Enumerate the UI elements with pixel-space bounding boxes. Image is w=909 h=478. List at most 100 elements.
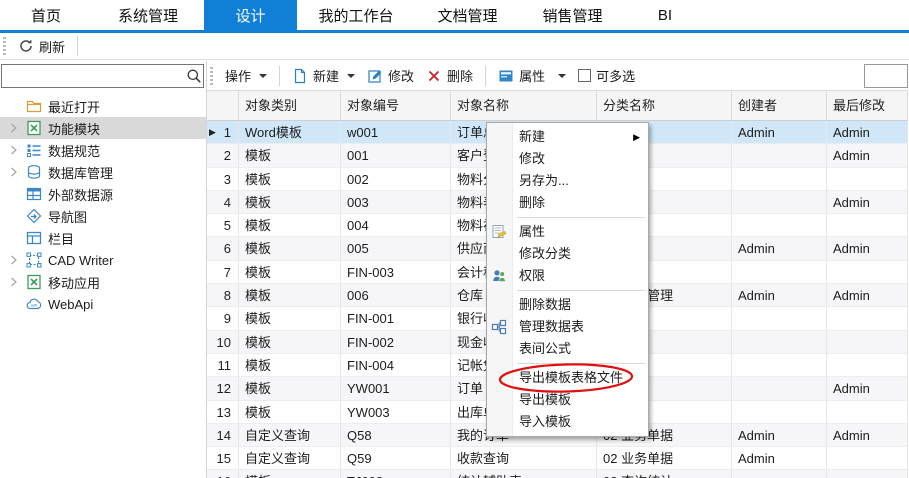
refresh-label: 刷新 bbox=[39, 37, 65, 56]
chevron-down-icon bbox=[558, 74, 566, 78]
cell-modifier: Admin bbox=[827, 377, 908, 400]
context-menu-item[interactable]: 删除数据 bbox=[487, 294, 648, 316]
column-header-category[interactable]: 对象类别 bbox=[239, 91, 341, 120]
sidebar-item[interactable]: 功能模块 bbox=[0, 117, 206, 139]
cell-category: 模板 bbox=[239, 354, 341, 377]
cell-modifier bbox=[827, 447, 908, 470]
context-menu-item[interactable]: 删除 bbox=[487, 192, 648, 214]
property-dropdown-button[interactable]: 属性 bbox=[492, 64, 572, 88]
menu-separator bbox=[487, 214, 648, 221]
column-header-class[interactable]: 分类名称 bbox=[597, 91, 732, 120]
context-menu-item[interactable]: 属性 bbox=[487, 221, 648, 243]
webapi-icon: API bbox=[26, 296, 42, 312]
sidebar-item[interactable]: 外部数据源 bbox=[0, 183, 206, 205]
sidebar-item[interactable]: 栏目 bbox=[0, 227, 206, 249]
edit-pencil-icon bbox=[367, 68, 383, 84]
column-header-code[interactable]: 对象编号 bbox=[341, 91, 451, 120]
cell-modifier bbox=[827, 307, 908, 330]
tab-my-workbench[interactable]: 我的工作台 bbox=[297, 0, 415, 30]
toolbar-grip-handle[interactable] bbox=[210, 67, 213, 85]
table-row[interactable]: 16模板TJ008统计辅助表03 查询统计 bbox=[207, 470, 908, 478]
cell-creator bbox=[732, 401, 827, 424]
sidebar-item[interactable]: 移动应用 bbox=[0, 271, 206, 293]
sidebar-item-label: CAD Writer bbox=[48, 253, 113, 268]
context-menu-item[interactable]: 导出模板 bbox=[487, 389, 648, 411]
context-menu-item-label: 导入模板 bbox=[519, 414, 571, 429]
expander-chevron-icon[interactable] bbox=[10, 145, 20, 155]
cell-row-number: 10 bbox=[207, 331, 239, 354]
operation-dropdown-button[interactable]: 操作 bbox=[219, 64, 273, 88]
cell-row-number: 11 bbox=[207, 354, 239, 377]
context-menu-item-label: 权限 bbox=[519, 268, 545, 283]
context-menu-item[interactable]: 管理数据表 bbox=[487, 316, 648, 338]
cell-category: 自定义查询 bbox=[239, 447, 341, 470]
context-menu-item[interactable]: 导入模板 bbox=[487, 411, 648, 433]
context-menu-item-label: 新建 bbox=[519, 129, 545, 144]
cell-creator bbox=[732, 331, 827, 354]
cell-code: 002 bbox=[341, 168, 451, 191]
secondary-filter-input[interactable] bbox=[864, 64, 908, 88]
tab-home[interactable]: 首页 bbox=[0, 0, 92, 30]
manage-tables-icon bbox=[491, 319, 507, 335]
search-icon bbox=[186, 68, 202, 84]
context-menu-item[interactable]: 修改 bbox=[487, 148, 648, 170]
multiselect-toggle[interactable]: 可多选 bbox=[572, 64, 641, 88]
context-menu-item-label: 另存为... bbox=[519, 173, 569, 188]
multiselect-checkbox[interactable] bbox=[578, 69, 591, 82]
context-menu-item[interactable]: 导出模板表格文件 bbox=[487, 367, 648, 389]
sidebar-item[interactable]: 导航图 bbox=[0, 205, 206, 227]
sidebar-item[interactable]: APIWebApi bbox=[0, 293, 206, 315]
sidebar-search-input[interactable] bbox=[2, 66, 186, 86]
cell-code: FIN-002 bbox=[341, 331, 451, 354]
tab-sales-management[interactable]: 销售管理 bbox=[520, 0, 625, 30]
tab-bi[interactable]: BI bbox=[625, 0, 705, 30]
tab-document-management[interactable]: 文档管理 bbox=[415, 0, 520, 30]
sidebar-item[interactable]: 最近打开 bbox=[0, 95, 206, 117]
toolbar-separator bbox=[485, 66, 486, 86]
context-menu-item[interactable]: 权限 bbox=[487, 265, 648, 287]
context-menu-item[interactable]: 新建▶ bbox=[487, 126, 648, 148]
cell-code: w001 bbox=[341, 121, 451, 144]
tab-design[interactable]: 设计 bbox=[204, 0, 297, 30]
context-menu-item[interactable]: 另存为... bbox=[487, 170, 648, 192]
cell-class: 03 查询统计 bbox=[597, 470, 732, 478]
column-header-modifier[interactable]: 最后修改 bbox=[827, 91, 908, 120]
refresh-button[interactable]: 刷新 bbox=[12, 34, 71, 58]
context-menu-item[interactable]: 表间公式 bbox=[487, 338, 648, 360]
cell-row-number: 16 bbox=[207, 470, 239, 478]
cell-row-number: 6 bbox=[207, 237, 239, 260]
expander-chevron-icon[interactable] bbox=[10, 167, 20, 177]
modify-button[interactable]: 修改 bbox=[361, 64, 420, 88]
cell-modifier: Admin bbox=[827, 191, 908, 214]
tab-system-management[interactable]: 系统管理 bbox=[92, 0, 204, 30]
table-row[interactable]: 15自定义查询Q59收款查询02 业务单据Admin bbox=[207, 447, 908, 470]
data-spec-icon bbox=[26, 142, 42, 158]
sidebar-item-label: 导航图 bbox=[48, 207, 87, 226]
expander-chevron-icon[interactable] bbox=[10, 123, 20, 133]
cell-creator bbox=[732, 307, 827, 330]
column-header-creator[interactable]: 创建者 bbox=[732, 91, 827, 120]
sidebar-item[interactable]: 数据库管理 bbox=[0, 161, 206, 183]
expander-chevron-icon[interactable] bbox=[10, 255, 20, 265]
permissions-icon bbox=[491, 268, 507, 284]
cell-category: 模板 bbox=[239, 331, 341, 354]
cell-class: 02 业务单据 bbox=[597, 447, 732, 470]
sidebar-item[interactable]: CAD Writer bbox=[0, 249, 206, 271]
cell-creator bbox=[732, 377, 827, 400]
cell-row-number: 5 bbox=[207, 214, 239, 237]
chevron-down-icon bbox=[259, 74, 267, 78]
cell-category: 模板 bbox=[239, 377, 341, 400]
column-header-name[interactable]: 对象名称 bbox=[451, 91, 597, 120]
toolbar-grip-handle[interactable] bbox=[3, 37, 6, 55]
delete-button[interactable]: 删除 bbox=[420, 64, 479, 88]
context-menu-item-label: 管理数据表 bbox=[519, 319, 584, 334]
context-menu-item[interactable]: 修改分类 bbox=[487, 243, 648, 265]
sidebar-item[interactable]: 数据规范 bbox=[0, 139, 206, 161]
expander-chevron-icon[interactable] bbox=[10, 277, 20, 287]
refresh-toolbar: 刷新 bbox=[0, 33, 909, 60]
cell-modifier bbox=[827, 331, 908, 354]
cell-modifier: Admin bbox=[827, 284, 908, 307]
new-label: 新建 bbox=[313, 66, 339, 85]
cell-row-number: 12 bbox=[207, 377, 239, 400]
new-button[interactable]: 新建 bbox=[286, 64, 361, 88]
